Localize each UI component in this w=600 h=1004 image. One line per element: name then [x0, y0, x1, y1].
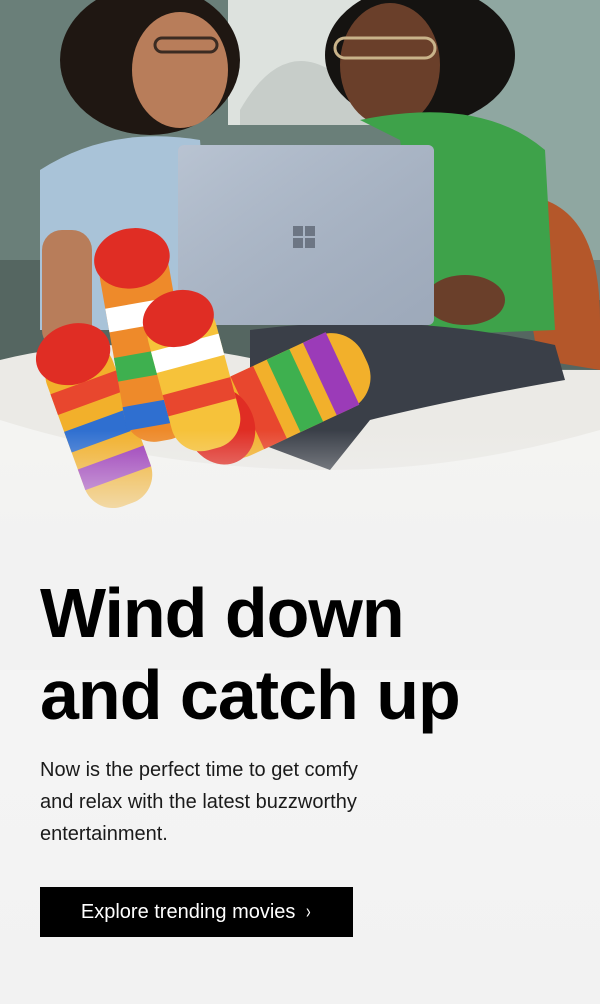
hero-text: Wind down and catch up Now is the perfec…	[40, 572, 560, 850]
hero-banner: Wind down and catch up Now is the perfec…	[0, 0, 600, 1004]
explore-trending-movies-button[interactable]: Explore trending movies ›	[40, 887, 353, 937]
body-copy: Now is the perfect time to get comfy and…	[40, 759, 358, 845]
cta-label: Explore trending movies	[80, 900, 296, 923]
chevron-right-icon: ›	[306, 901, 312, 923]
headline: Wind down and catch up	[40, 574, 461, 734]
